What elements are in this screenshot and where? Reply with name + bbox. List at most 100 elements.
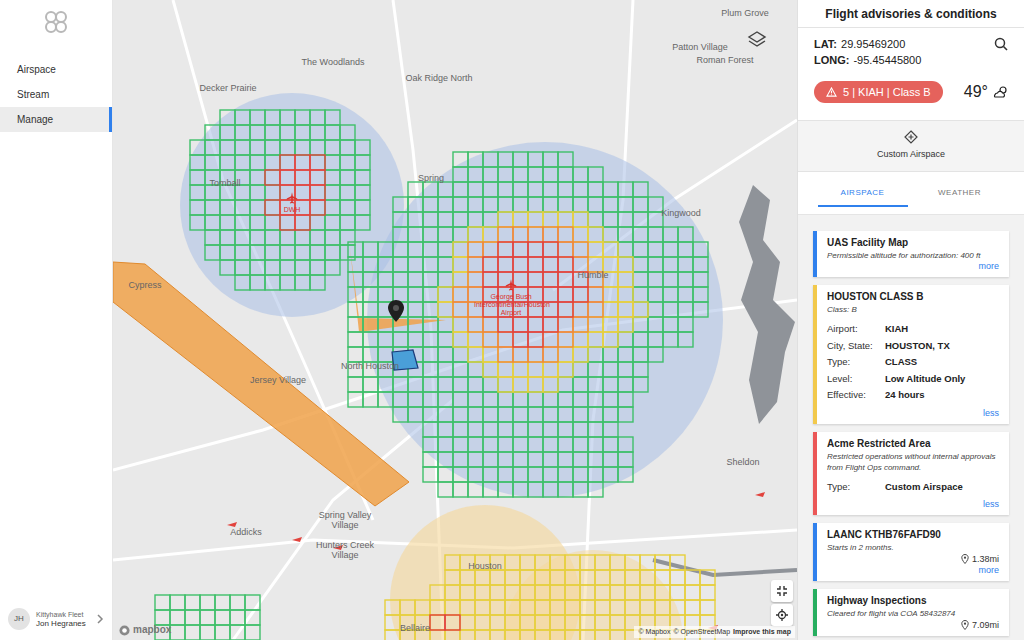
grid-cell[interactable] — [528, 362, 543, 377]
grid-cell[interactable] — [610, 630, 625, 640]
grid-cell[interactable] — [363, 317, 378, 332]
grid-cell[interactable] — [393, 377, 408, 392]
grid-cell[interactable] — [528, 242, 543, 257]
grid-cell[interactable] — [573, 482, 588, 497]
grid-cell[interactable] — [468, 452, 483, 467]
grid-cell[interactable] — [205, 125, 220, 140]
grid-cell[interactable] — [558, 362, 573, 377]
grid-cell[interactable] — [378, 272, 393, 287]
grid-cell[interactable] — [355, 185, 370, 200]
grid-cell[interactable] — [603, 347, 618, 362]
grid-cell[interactable] — [693, 272, 708, 287]
logo-icon[interactable] — [43, 10, 69, 34]
chevron-right-icon[interactable] — [96, 614, 104, 624]
grid-cell[interactable] — [190, 140, 205, 155]
grid-cell[interactable] — [513, 437, 528, 452]
grid-cell[interactable] — [633, 242, 648, 257]
grid-cell[interactable] — [483, 362, 498, 377]
grid-cell[interactable] — [558, 197, 573, 212]
grid-cell[interactable] — [348, 302, 363, 317]
grid-cell[interactable] — [588, 257, 603, 272]
grid-cell[interactable] — [618, 287, 633, 302]
grid-cell[interactable] — [513, 212, 528, 227]
grid-cell[interactable] — [678, 242, 693, 257]
grid-cell[interactable] — [655, 585, 670, 600]
grid-cell[interactable] — [498, 167, 513, 182]
grid-cell[interactable] — [618, 182, 633, 197]
grid-cell[interactable] — [513, 377, 528, 392]
grid-cell[interactable] — [483, 467, 498, 482]
grid-cell[interactable] — [603, 392, 618, 407]
grid-cell[interactable] — [235, 125, 250, 140]
grid-cell[interactable] — [250, 155, 265, 170]
grid-cell[interactable] — [468, 287, 483, 302]
grid-cell[interactable] — [483, 272, 498, 287]
grid-cell[interactable] — [453, 332, 468, 347]
grid-cell[interactable] — [595, 585, 610, 600]
grid-cell[interactable] — [520, 615, 535, 630]
map[interactable]: Plum GrovePatton VillageRoman ForestThe … — [113, 0, 797, 640]
locate-button[interactable] — [771, 604, 793, 626]
grid-cell[interactable] — [558, 302, 573, 317]
grid-cell[interactable] — [678, 332, 693, 347]
grid-cell[interactable] — [378, 332, 393, 347]
class-d-airspace[interactable] — [180, 93, 404, 317]
grid-cell[interactable] — [633, 272, 648, 287]
grid-cell[interactable] — [588, 437, 603, 452]
grid-cell[interactable] — [438, 272, 453, 287]
heliport-icon[interactable] — [755, 492, 765, 497]
grid-cell[interactable] — [543, 347, 558, 362]
grid-cell[interactable] — [265, 140, 280, 155]
grid-cell[interactable] — [520, 570, 535, 585]
grid-cell[interactable] — [355, 200, 370, 215]
grid-cell[interactable] — [408, 317, 423, 332]
grid-cell[interactable] — [438, 302, 453, 317]
grid-cell[interactable] — [528, 452, 543, 467]
grid-cell[interactable] — [670, 570, 685, 585]
grid-cell[interactable] — [250, 260, 265, 275]
grid-cell[interactable] — [618, 197, 633, 212]
grid-cell[interactable] — [453, 317, 468, 332]
grid-cell[interactable] — [460, 570, 475, 585]
grid-cell[interactable] — [453, 467, 468, 482]
grid-cell[interactable] — [543, 272, 558, 287]
grid-cell[interactable] — [363, 302, 378, 317]
grid-cell[interactable] — [573, 212, 588, 227]
grid-cell[interactable] — [438, 332, 453, 347]
grid-cell[interactable] — [205, 140, 220, 155]
grid-cell[interactable] — [235, 200, 250, 215]
grid-cell[interactable] — [453, 227, 468, 242]
grid-cell[interactable] — [498, 362, 513, 377]
grid-cell[interactable] — [280, 125, 295, 140]
grid-cell[interactable] — [325, 185, 340, 200]
grid-cell[interactable] — [408, 392, 423, 407]
grid-cell[interactable] — [310, 170, 325, 185]
grid-cell[interactable] — [633, 212, 648, 227]
grid-cell[interactable] — [528, 482, 543, 497]
grid-cell[interactable] — [558, 272, 573, 287]
grid-cell[interactable] — [558, 482, 573, 497]
grid-cell[interactable] — [580, 585, 595, 600]
grid-cell[interactable] — [633, 257, 648, 272]
card-toggle[interactable]: more — [978, 261, 999, 272]
grid-cell[interactable] — [670, 555, 685, 570]
advisory-card[interactable]: UAS Facility MapPermissible altitude for… — [813, 231, 1009, 277]
grid-cell[interactable] — [565, 630, 580, 640]
grid-cell[interactable] — [190, 215, 205, 230]
grid-cell[interactable] — [340, 230, 355, 245]
grid-cell[interactable] — [325, 200, 340, 215]
grid-cell[interactable] — [648, 332, 663, 347]
grid-cell[interactable] — [453, 392, 468, 407]
grid-cell[interactable] — [295, 260, 310, 275]
grid-cell[interactable] — [453, 152, 468, 167]
grid-cell[interactable] — [205, 230, 220, 245]
grid-cell[interactable] — [573, 227, 588, 242]
grid-cell[interactable] — [610, 615, 625, 630]
grid-cell[interactable] — [483, 422, 498, 437]
airport-icon[interactable] — [504, 278, 518, 292]
grid-cell[interactable] — [535, 630, 550, 640]
grid-cell[interactable] — [573, 362, 588, 377]
grid-cell[interactable] — [595, 570, 610, 585]
grid-cell[interactable] — [573, 317, 588, 332]
grid-cell[interactable] — [588, 227, 603, 242]
